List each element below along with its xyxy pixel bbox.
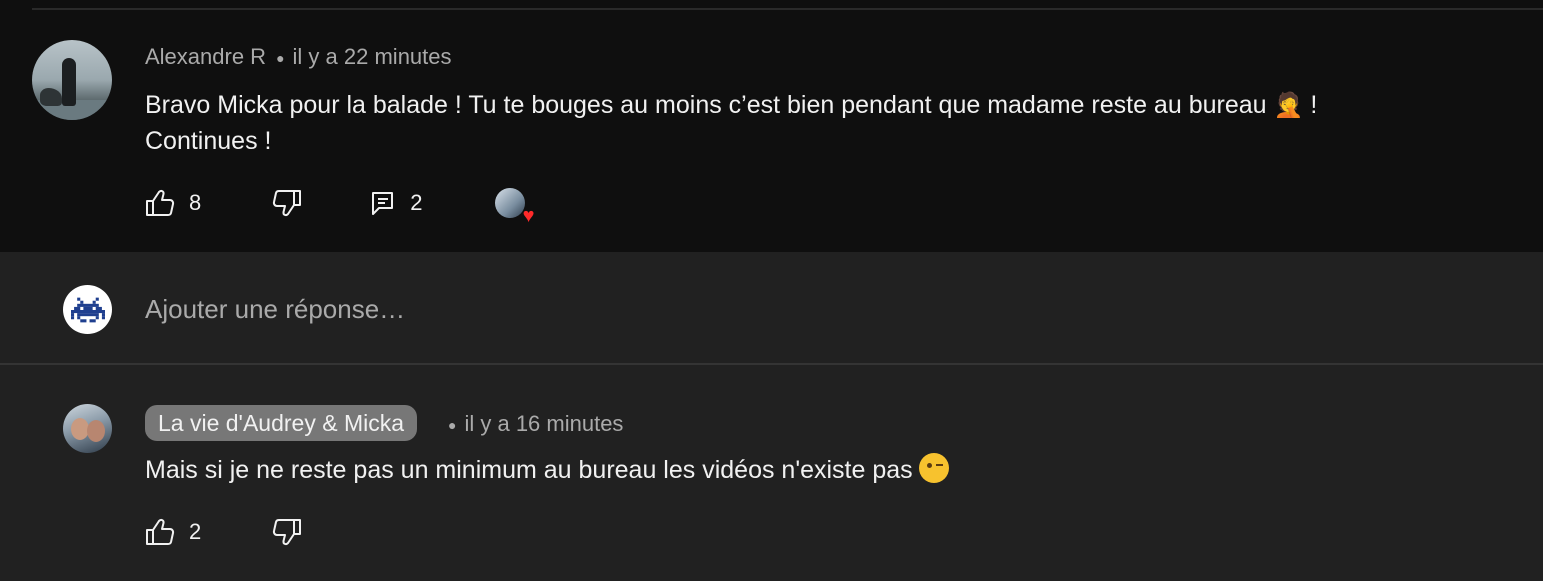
reply-input-area[interactable]: Ajouter une réponse… bbox=[0, 252, 1543, 364]
reply-like-count: 2 bbox=[189, 519, 202, 544]
comment-icon bbox=[372, 192, 394, 215]
comment-text-line1: Bravo Micka pour la balade ! Tu te bouge… bbox=[145, 91, 1267, 119]
facepalm-emoji-icon: 🤦 bbox=[1273, 91, 1304, 119]
comment-text-line2: Continues ! bbox=[145, 127, 272, 155]
reply-like-button[interactable]: 2 bbox=[145, 518, 201, 546]
channel-owner-badge[interactable]: La vie d'Audrey & Micka bbox=[145, 405, 418, 441]
comment-meta: Alexandre R ● il y a 22 minutes bbox=[145, 44, 452, 70]
like-count: 8 bbox=[189, 190, 202, 215]
creator-avatar: ♥ bbox=[494, 188, 535, 226]
comment-text: Bravo Micka pour la balade ! Tu te bouge… bbox=[145, 87, 1515, 159]
comment-actions: 8 2 ♥ bbox=[145, 186, 535, 226]
thumbs-up-icon bbox=[146, 189, 175, 216]
space-invader-icon bbox=[70, 297, 105, 322]
winking-face-emoji-icon bbox=[918, 453, 949, 483]
reply-meta: ● il y a 16 minutes bbox=[448, 411, 623, 437]
thumbs-up-icon bbox=[146, 518, 175, 545]
avatar-rock bbox=[40, 88, 62, 106]
dislike-button[interactable] bbox=[272, 189, 302, 217]
reply-author-avatar[interactable] bbox=[63, 404, 112, 453]
comment-author-name[interactable]: Alexandre R bbox=[145, 44, 266, 69]
reply-text-content: Mais si je ne reste pas un minimum au bu… bbox=[145, 456, 913, 484]
reply-actions: 2 bbox=[145, 515, 302, 549]
current-user-avatar bbox=[63, 285, 112, 334]
reply-dislike-button[interactable] bbox=[272, 518, 302, 546]
heart-icon: ♥ bbox=[522, 205, 535, 227]
creator-heart: ♥ bbox=[494, 188, 535, 226]
reply-button[interactable]: 2 bbox=[370, 190, 423, 216]
thumbs-down-icon bbox=[273, 190, 302, 217]
comment-timestamp[interactable]: il y a 22 minutes bbox=[293, 44, 452, 69]
separator-dot: ● bbox=[276, 50, 285, 67]
like-button[interactable]: 8 bbox=[145, 189, 201, 217]
reply-timestamp[interactable]: il y a 16 minutes bbox=[464, 411, 623, 436]
avatar-person bbox=[62, 58, 76, 106]
avatar-face bbox=[87, 420, 105, 442]
comment-text-line1-end: ! bbox=[1310, 91, 1318, 119]
reply-text: Mais si je ne reste pas un minimum au bu… bbox=[145, 452, 949, 488]
reply-comment: La vie d'Audrey & Micka ● il y a 16 minut… bbox=[0, 365, 1543, 581]
comment-thread: Alexandre R ● il y a 22 minutes Bravo Mick… bbox=[0, 10, 1543, 252]
reply-input-placeholder[interactable]: Ajouter une réponse… bbox=[145, 294, 405, 325]
thumbs-down-icon bbox=[273, 519, 302, 546]
comment-author-avatar[interactable] bbox=[32, 40, 112, 120]
reply-count: 2 bbox=[410, 190, 423, 215]
separator-dot: ● bbox=[448, 417, 457, 434]
